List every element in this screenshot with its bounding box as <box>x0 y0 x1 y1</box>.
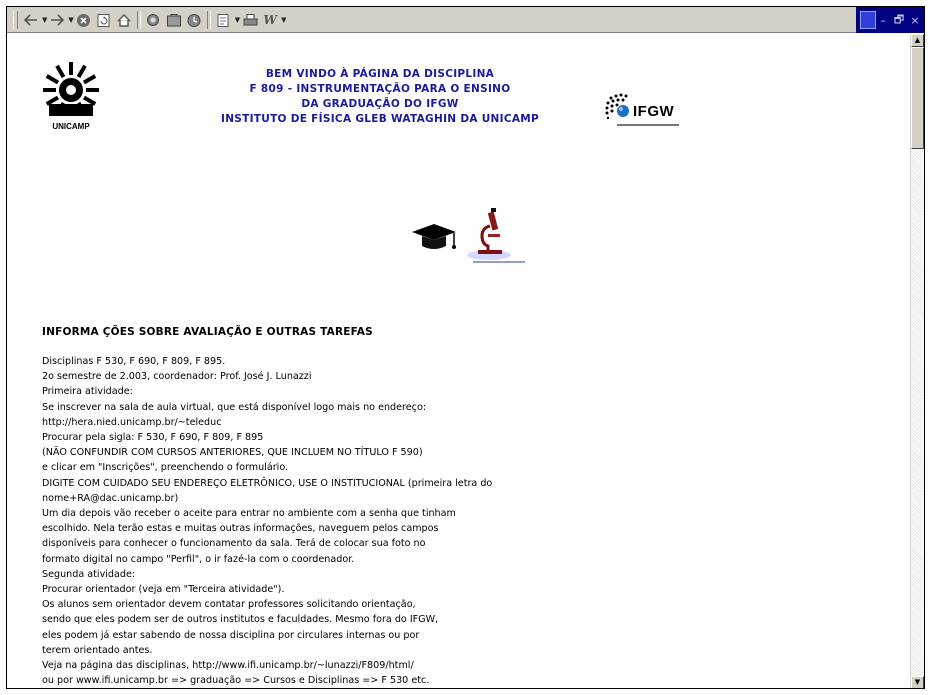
unicamp-logo-label: UNICAMP <box>52 122 90 131</box>
ifgw-logo-label: IFGW <box>633 103 675 120</box>
scrollbar-thumb[interactable] <box>911 47 924 149</box>
scroll-up-icon[interactable]: ▲ <box>911 34 924 47</box>
toolbar-grip[interactable] <box>13 11 18 29</box>
browser-window: ▼ ▼ ▼ W ▼ – 🗗 × UNICAMP BEM VINDO À PÁGI… <box>6 6 925 689</box>
windows-logo-icon <box>860 11 876 29</box>
title-line: F 809 - INSTRUMENTAÇÃO PARA O ENSINO <box>249 83 511 95</box>
section-title: INFORMA ÇÕES SOBRE AVALIAÇÃO E OUTRAS TA… <box>42 326 373 338</box>
history-icon[interactable] <box>185 10 203 30</box>
minimize-button[interactable]: – <box>876 14 890 27</box>
back-icon[interactable] <box>22 10 40 30</box>
text-line: Disciplinas F 530, F 690, F 809, F 895. <box>42 356 226 367</box>
back-dropdown-icon[interactable]: ▼ <box>42 16 47 24</box>
mail-dropdown-icon[interactable]: ▼ <box>235 16 240 24</box>
title-line: DA GRADUAÇÃO DO IFGW <box>301 98 459 110</box>
text-line: 2o semestre de 2.003, coordenador: Prof.… <box>42 371 312 383</box>
microscope-icon[interactable] <box>467 208 511 260</box>
vertical-scrollbar[interactable]: ▲ ▼ <box>910 34 924 688</box>
text-line: e clicar em "Inscrições", preenchendo o … <box>42 462 289 474</box>
mail-icon[interactable] <box>215 10 233 30</box>
text-line: Segunda atividade: <box>42 568 136 580</box>
text-line: terem orientado antes. <box>42 644 153 656</box>
text-line: disponíveis para conhecer o funcionament… <box>42 538 426 550</box>
ifgw-logo: IFGW <box>603 92 693 136</box>
toolbar-separator <box>206 11 211 29</box>
text-line: nos campos "Arquivos" e "Conteúdos", que… <box>42 688 622 689</box>
text-line: sendo que eles podem ser de outros insti… <box>42 614 439 626</box>
window-controls: – 🗗 × <box>856 7 924 33</box>
toolbar-separator <box>136 11 141 29</box>
edit-dropdown-icon[interactable]: ▼ <box>281 16 286 24</box>
text-line: Se inscrever na sala de aula virtual, qu… <box>42 401 427 413</box>
text-line: http://hera.nied.unicamp.br/~teleduc <box>42 416 222 428</box>
text-line: escolhido. Nela terão estas e muitas out… <box>42 523 439 535</box>
refresh-icon[interactable] <box>95 10 113 30</box>
browser-toolbar: ▼ ▼ ▼ W ▼ – 🗗 × <box>7 7 924 34</box>
text-line: Procurar pela sigla: F 530, F 690, F 809… <box>42 432 264 444</box>
page-title: BEM VINDO À PÁGINA DA DISCIPLINA F 809 -… <box>195 67 565 127</box>
edit-icon[interactable]: W <box>261 10 279 30</box>
text-line: Procurar orientador (veja em "Terceira a… <box>42 584 285 596</box>
search-icon[interactable] <box>145 10 163 30</box>
title-line: BEM VINDO À PÁGINA DA DISCIPLINA <box>265 68 495 80</box>
print-icon[interactable] <box>241 10 259 30</box>
favorites-icon[interactable] <box>165 10 183 30</box>
education-icons <box>410 206 530 266</box>
text-line: DIGITE COM CUIDADO SEU ENDEREÇO ELETRÔNI… <box>42 477 493 489</box>
close-button[interactable]: × <box>908 14 922 27</box>
text-line: ou por www.ifi.unicamp.br => graduação =… <box>42 675 430 687</box>
text-line: Um dia depois vão receber o aceite para … <box>42 508 456 520</box>
text-line: eles podem já estar sabendo de nossa dis… <box>42 629 420 641</box>
text-line: (NÃO CONFUNDIR COM CURSOS ANTERIORES, QU… <box>42 447 423 459</box>
home-icon[interactable] <box>115 10 133 30</box>
forward-dropdown-icon[interactable]: ▼ <box>68 16 73 24</box>
unicamp-logo-icon <box>43 62 99 116</box>
page-content: UNICAMP BEM VINDO À PÁGINA DA DISCIPLINA… <box>7 34 911 689</box>
text-line: formato digital no campo "Perfil", o ir … <box>42 553 355 565</box>
forward-icon[interactable] <box>48 10 66 30</box>
restore-button[interactable]: 🗗 <box>892 11 906 30</box>
text-line: Os alunos sem orientador devem contatar … <box>42 599 416 611</box>
stop-icon[interactable] <box>75 10 93 30</box>
text-line: Veja na página das disciplinas, http://w… <box>42 660 414 672</box>
body-text: Disciplinas F 530, F 690, F 809, F 895. 2… <box>42 354 622 689</box>
text-line: nome+RA@dac.unicamp.br) <box>42 492 179 504</box>
graduation-cap-icon[interactable] <box>412 224 456 249</box>
text-line: Primeira atividade: <box>42 386 133 398</box>
scroll-down-icon[interactable]: ▼ <box>911 676 924 688</box>
title-line: INSTITUTO DE FÍSICA GLEB WATAGHIN DA UNI… <box>220 113 540 125</box>
